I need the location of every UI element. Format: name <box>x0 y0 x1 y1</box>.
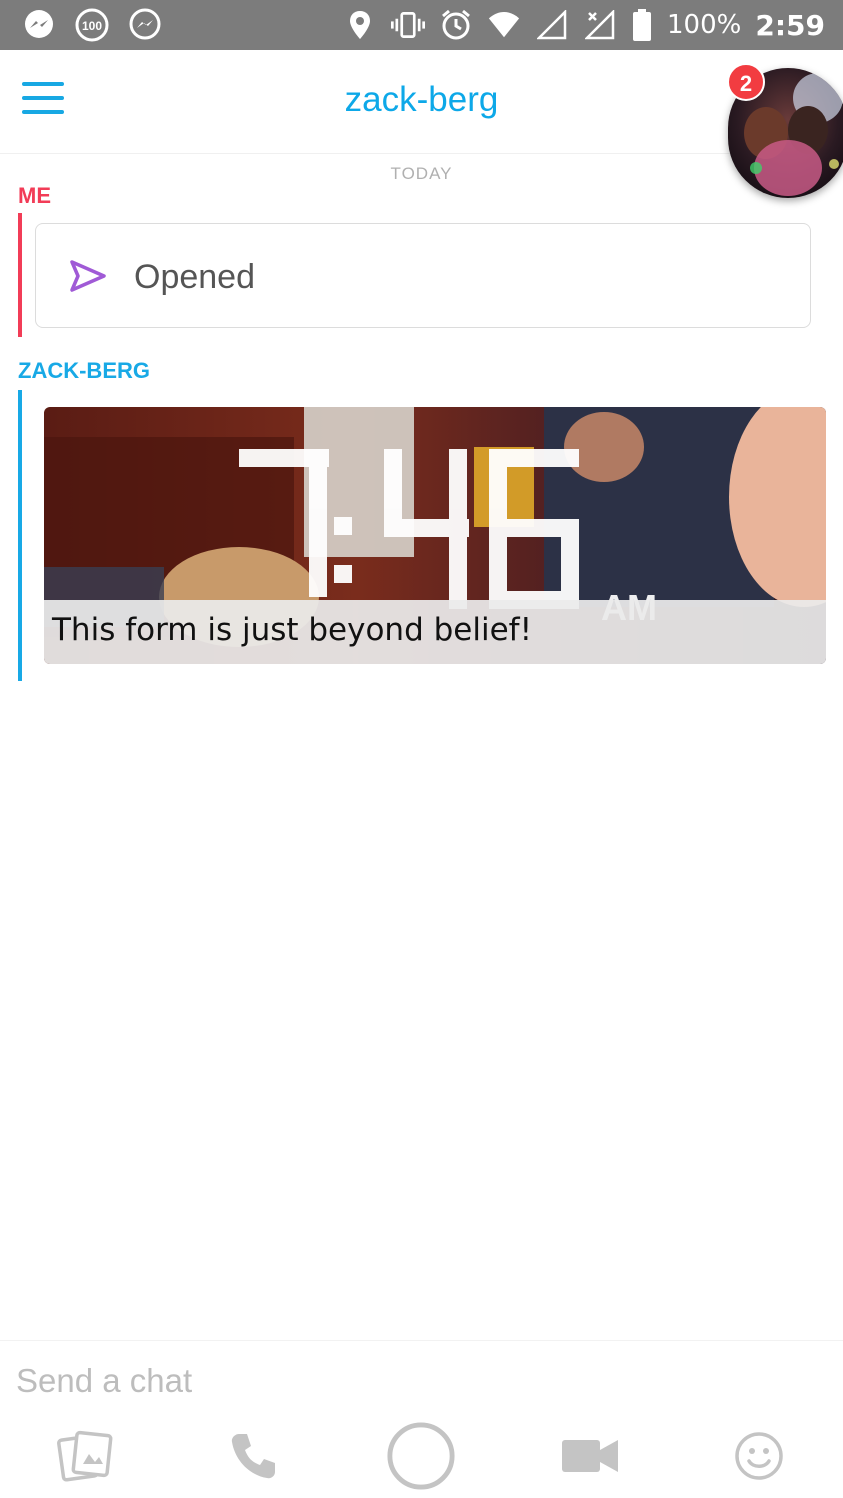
opened-snap-message[interactable]: Opened <box>35 223 811 328</box>
signal-icon <box>535 8 569 42</box>
chat-composer <box>0 1340 843 1498</box>
memories-icon[interactable] <box>48 1421 118 1491</box>
battery-percent: 100% <box>667 10 742 40</box>
saved-snap-image[interactable]: AM This form is just beyond belief! <box>44 407 826 664</box>
snap-caption-text: This form is just beyond belief! <box>52 612 533 648</box>
clock: 2:59 <box>755 8 825 42</box>
battery-icon <box>631 8 653 42</box>
sender-label-me: ME <box>18 183 51 208</box>
opened-status-text: Opened <box>134 258 255 296</box>
status-bar: 100 100% 2:59 <box>0 0 843 50</box>
story-count-badge: 2 <box>727 63 765 101</box>
no-signal-icon <box>583 8 617 42</box>
message-group-bar-friend <box>18 390 22 681</box>
vibrate-icon <box>391 8 425 42</box>
emoji-icon[interactable] <box>724 1421 794 1491</box>
notification-100-icon: 100 <box>74 8 110 42</box>
sender-label-friend: ZACK-BERG <box>18 358 150 383</box>
location-icon <box>343 8 377 42</box>
messenger-outline-icon <box>128 8 162 42</box>
day-divider: TODAY <box>390 164 453 183</box>
send-chat-input[interactable] <box>16 1359 616 1403</box>
alarm-icon <box>439 8 473 42</box>
chat-header: zack-berg <box>0 50 843 154</box>
wifi-icon <box>487 8 521 42</box>
chat-title[interactable]: zack-berg <box>0 80 843 120</box>
phone-icon[interactable] <box>218 1421 288 1491</box>
messenger-icon <box>22 8 56 42</box>
sent-arrow-icon <box>68 256 108 296</box>
message-group-bar-me <box>18 213 22 337</box>
video-icon[interactable] <box>555 1421 625 1491</box>
camera-shutter-icon[interactable] <box>386 1421 456 1491</box>
